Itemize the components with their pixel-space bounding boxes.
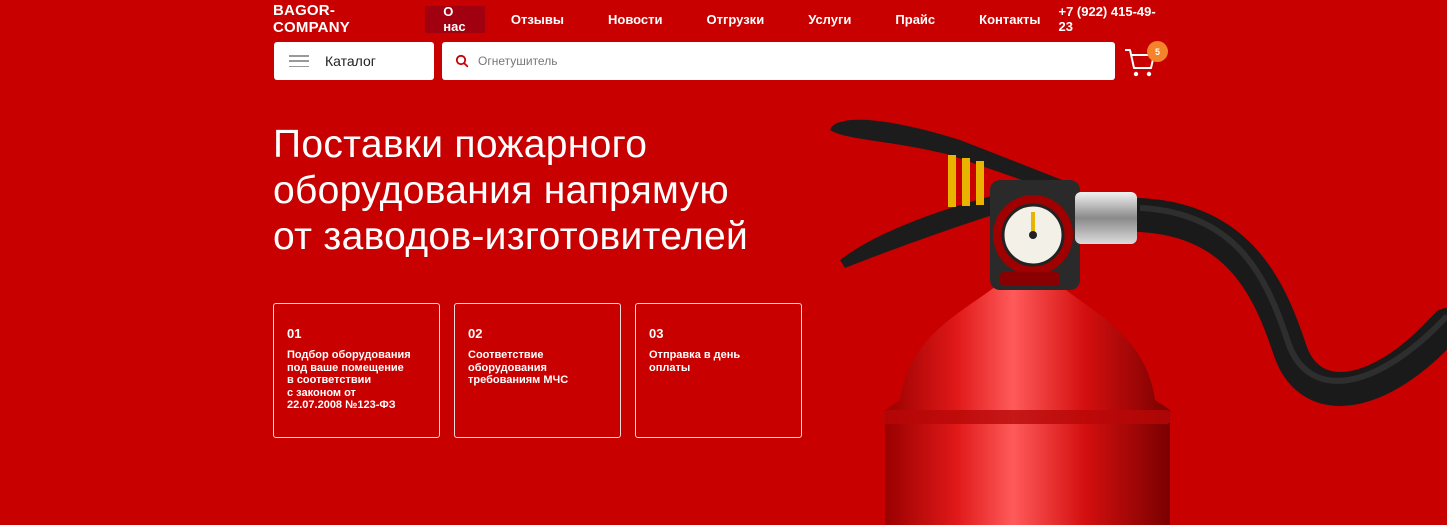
site-header: BAGOR-COMPANY О нас Отзывы Новости Отгру… — [273, 0, 1168, 38]
hero-title: Поставки пожарного оборудования напрямую… — [273, 122, 873, 260]
nav-item-reviews[interactable]: Отзывы — [493, 6, 582, 33]
hero-title-line: от заводов-изготовителей — [273, 215, 749, 258]
nav-item-shipments[interactable]: Отгрузки — [689, 6, 783, 33]
search-input[interactable] — [478, 54, 1078, 68]
nav-item-news[interactable]: Новости — [590, 6, 681, 33]
feature-text: Отправка в день оплаты — [649, 349, 741, 374]
feature-number: 02 — [468, 326, 483, 341]
cart-button[interactable]: 5 — [1124, 41, 1170, 80]
main-nav: О нас Отзывы Новости Отгрузки Услуги Пра… — [425, 4, 1058, 34]
nav-item-services[interactable]: Услуги — [790, 6, 869, 33]
feature-number: 03 — [649, 326, 664, 341]
cart-count-badge: 5 — [1147, 41, 1168, 62]
feature-text: Подбор оборудования под ваше помещение в… — [287, 349, 411, 411]
nav-item-about[interactable]: О нас — [425, 4, 485, 34]
feature-card: 03 Отправка в день оплаты — [635, 303, 802, 438]
feature-card: 01 Подбор оборудования под ваше помещени… — [273, 303, 440, 438]
search-icon[interactable] — [455, 54, 469, 68]
logo[interactable]: BAGOR-COMPANY — [273, 2, 409, 36]
feature-cards: 01 Подбор оборудования под ваше помещени… — [273, 303, 802, 438]
menu-icon — [289, 55, 309, 67]
catalog-label: Каталог — [325, 53, 376, 69]
fire-extinguisher-image — [830, 119, 1447, 525]
feature-text: Соответствие оборудования требованиям МЧ… — [468, 349, 569, 386]
search-bar — [442, 42, 1115, 80]
hero-title-line: оборудования напрямую — [273, 169, 729, 212]
hero-title-line: Поставки пожарного — [273, 123, 648, 166]
phone-number[interactable]: +7 (922) 415-49-23 — [1058, 4, 1168, 34]
feature-card: 02 Соответствие оборудования требованиям… — [454, 303, 621, 438]
nav-item-contacts[interactable]: Контакты — [961, 6, 1058, 33]
catalog-button[interactable]: Каталог — [274, 42, 434, 80]
nav-item-price[interactable]: Прайс — [877, 6, 953, 33]
feature-number: 01 — [287, 326, 302, 341]
